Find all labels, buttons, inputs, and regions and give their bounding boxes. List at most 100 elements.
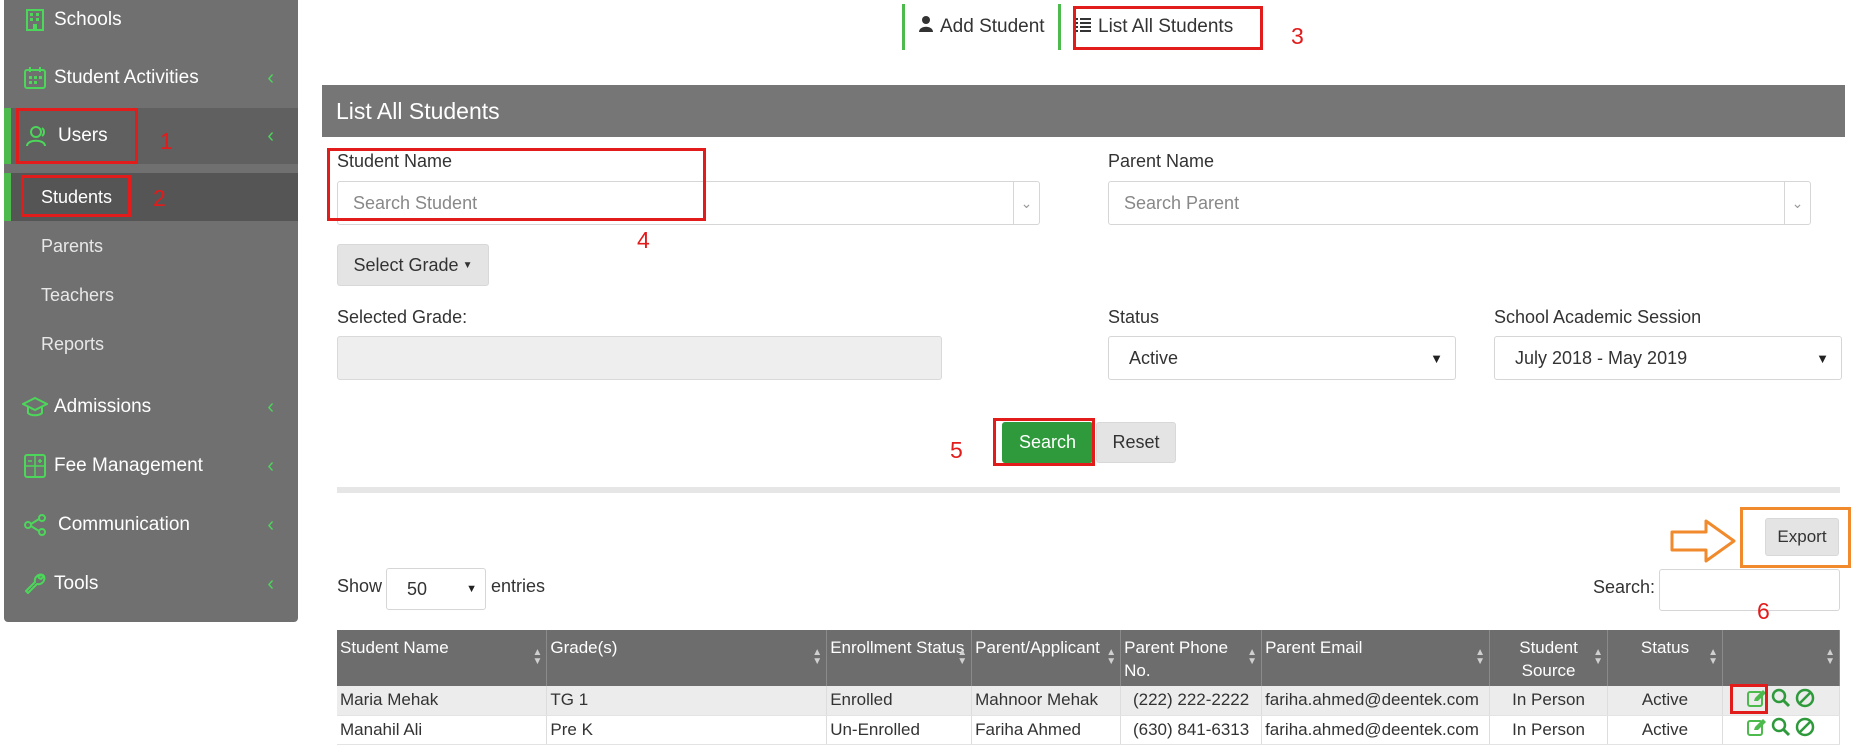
chevron-left-icon: ‹ — [267, 514, 274, 536]
session-label: School Academic Session — [1494, 307, 1702, 327]
sort-icon: ▲ ▼ — [1106, 647, 1117, 667]
sidebar-item-label: Communication — [58, 514, 190, 535]
chevron-down-icon: ⌄ — [1013, 182, 1039, 224]
student-name-select[interactable]: Search Student ⌄ — [337, 181, 1040, 225]
graduation-cap-icon — [22, 394, 48, 420]
cell-source: In Person — [1489, 715, 1609, 745]
list-icon — [1075, 16, 1091, 38]
sidebar-subitem-students[interactable]: Students — [4, 173, 298, 221]
selected-grade-field — [337, 336, 942, 380]
sort-icon: ▲ ▼ — [957, 647, 968, 667]
cell-grade: TG 1 — [546, 686, 828, 716]
annotation-number: 1 — [160, 128, 173, 154]
column-header-student-source[interactable]: Student Source ▲ ▼ — [1489, 630, 1609, 686]
column-header-label: Student Name — [340, 638, 449, 657]
caret-down-icon: ▼ — [466, 583, 477, 595]
column-header-parent-applicant[interactable]: Parent/Applicant ▲ ▼ — [971, 630, 1122, 686]
sidebar-item-tools[interactable]: Tools ‹ — [4, 556, 298, 612]
column-header-parent-phone[interactable]: Parent Phone No. ▲ ▼ — [1120, 630, 1263, 686]
sidebar-subitem-reports[interactable]: Reports — [4, 320, 298, 368]
reset-button[interactable]: Reset — [1096, 422, 1176, 463]
sidebar-subitem-label: Teachers — [41, 284, 115, 305]
show-label: Show — [337, 576, 383, 596]
session-select[interactable]: July 2018 - May 2019 ▼ — [1494, 336, 1842, 380]
sidebar-item-communication[interactable]: Communication ‹ — [4, 497, 298, 553]
column-header-student-name[interactable]: Student Name ▲ ▼ — [337, 630, 548, 686]
chevron-left-icon: ‹ — [267, 455, 274, 477]
sidebar-item-admissions[interactable]: Admissions ‹ — [4, 379, 298, 435]
chevron-left-icon: ‹ — [267, 573, 274, 595]
cell-status: Active — [1607, 715, 1723, 745]
annotation-box-export — [1740, 507, 1851, 568]
select-grade-label: Select Grade — [353, 254, 459, 275]
column-header-actions[interactable]: ▲ ▼ — [1722, 630, 1841, 686]
share-icon — [22, 512, 48, 538]
building-icon — [22, 7, 48, 33]
divider — [337, 487, 1840, 493]
sidebar-item-label: Fee Management — [54, 455, 203, 476]
cell-actions — [1722, 686, 1841, 716]
cell-parent: Fariha Ahmed — [971, 715, 1122, 745]
caret-down-icon: ▼ — [462, 259, 473, 271]
cell-student-name: Manahil Ali — [337, 715, 548, 745]
entries-select[interactable]: 50 ▼ — [386, 568, 486, 610]
sidebar-item-label: Student Activities — [54, 67, 199, 88]
search-icon[interactable] — [1771, 688, 1791, 713]
sidebar-item-schools[interactable]: Schools — [4, 0, 298, 48]
parent-name-label: Parent Name — [1108, 151, 1215, 171]
tab-list-all-students[interactable]: List All Students — [1058, 4, 1233, 50]
cell-enrollment-status: Un-Enrolled — [826, 715, 973, 745]
users-icon — [25, 123, 51, 149]
cell-email: fariha.ahmed@deentek.com — [1261, 686, 1491, 716]
ban-icon[interactable] — [1795, 688, 1815, 713]
wrench-icon — [22, 571, 48, 597]
table-search-input[interactable] — [1659, 569, 1840, 611]
column-header-parent-email[interactable]: Parent Email ▲ ▼ — [1261, 630, 1491, 686]
student-name-label: Student Name — [337, 151, 453, 171]
sort-icon: ▲ ▼ — [1593, 647, 1604, 667]
chevron-down-icon: ⌄ — [1784, 182, 1810, 224]
column-header-label: Student Source — [1519, 638, 1578, 680]
status-select[interactable]: Active ▼ — [1108, 336, 1456, 380]
cell-phone: (630) 841-6313 — [1120, 715, 1263, 745]
cell-enrollment-status: Enrolled — [826, 686, 973, 716]
cell-phone: (222) 222-2222 — [1120, 686, 1263, 716]
column-header-label: Parent Email — [1265, 638, 1363, 657]
ban-icon[interactable] — [1795, 717, 1815, 742]
annotation-number: 4 — [637, 227, 650, 253]
edit-icon[interactable] — [1746, 689, 1767, 712]
search-icon[interactable] — [1771, 717, 1791, 742]
select-grade-button[interactable]: Select Grade ▼ — [337, 244, 489, 286]
annotation-number: 2 — [153, 185, 166, 211]
sidebar-item-label: Schools — [54, 9, 122, 30]
column-header-status[interactable]: Status ▲ ▼ — [1607, 630, 1723, 686]
session-value: July 2018 - May 2019 — [1515, 347, 1688, 368]
arrow-right-icon — [1670, 518, 1738, 569]
annotation-number: 3 — [1291, 23, 1304, 49]
edit-icon[interactable] — [1746, 718, 1767, 741]
sidebar-subitem-parents[interactable]: Parents — [4, 222, 298, 270]
tab-add-student[interactable]: Add Student — [902, 4, 1045, 50]
entries-value: 50 — [407, 578, 428, 599]
chevron-left-icon: ‹ — [267, 67, 274, 89]
sidebar-item-student-activities[interactable]: Student Activities ‹ — [4, 50, 298, 106]
entries-label: entries — [491, 576, 546, 596]
sidebar-subitem-teachers[interactable]: Teachers — [4, 271, 298, 319]
cell-student-name: Maria Mehak — [337, 686, 548, 716]
column-header-grades[interactable]: Grade(s) ▲ ▼ — [546, 630, 828, 686]
parent-name-select[interactable]: Search Parent ⌄ — [1108, 181, 1811, 225]
sidebar-item-users[interactable]: Users ‹ — [4, 108, 298, 164]
annotation-number: 6 — [1757, 598, 1770, 624]
selected-grade-label: Selected Grade: — [337, 307, 468, 327]
table-row: Maria Mehak TG 1 Enrolled Mahnoor Mehak … — [337, 686, 1841, 716]
column-header-enrollment-status[interactable]: Enrollment Status ▲ ▼ — [826, 630, 973, 686]
sidebar-item-label: Admissions — [54, 396, 152, 417]
cell-actions — [1722, 715, 1841, 745]
calculator-icon — [22, 453, 48, 479]
search-button[interactable]: Search — [1002, 422, 1093, 463]
sidebar-item-fee-management[interactable]: Fee Management ‹ — [4, 438, 298, 494]
caret-down-icon: ▼ — [1430, 350, 1443, 366]
students-table: Student Name ▲ ▼ Grade(s) ▲ ▼ Enrollment Sta… — [337, 630, 1841, 745]
calendar-icon — [22, 65, 48, 91]
sidebar-subitem-label: Students — [41, 186, 113, 207]
